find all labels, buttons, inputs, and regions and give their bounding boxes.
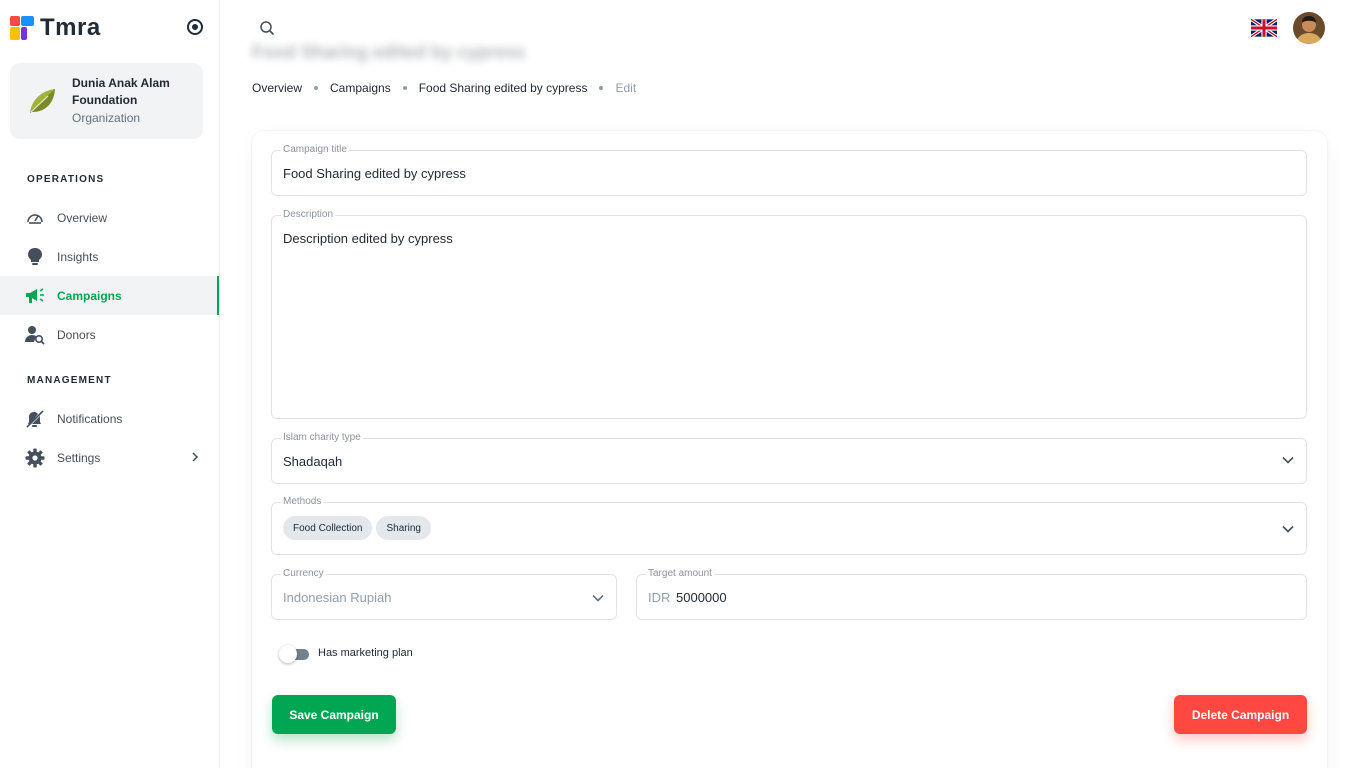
breadcrumb-campaigns[interactable]: Campaigns xyxy=(330,81,391,95)
sidebar-item-label: Notifications xyxy=(57,411,123,426)
method-chip[interactable]: Sharing xyxy=(376,516,431,540)
field-label: Target amount xyxy=(646,568,714,580)
sidebar-item-label: Donors xyxy=(57,327,96,342)
field-value: Indonesian Rupiah xyxy=(283,590,392,605)
breadcrumb: Overview Campaigns Food Sharing edited b… xyxy=(252,81,636,95)
chevron-down-icon xyxy=(1282,456,1294,464)
org-card[interactable]: Dunia Anak Alam Foundation Organization xyxy=(10,63,203,139)
chevron-right-icon xyxy=(192,452,199,462)
breadcrumb-separator xyxy=(314,86,319,90)
sidebar-item-label: Campaigns xyxy=(57,288,122,303)
field-label: Methods xyxy=(281,496,324,508)
save-campaign-button[interactable]: Save Campaign xyxy=(272,695,396,734)
field-label: Campaign title xyxy=(281,144,349,156)
sidebar-item-label: Overview xyxy=(57,210,108,225)
app-logo[interactable]: Tmra xyxy=(10,14,101,42)
currency-select[interactable]: Currency Indonesian Rupiah xyxy=(271,568,617,620)
speedometer-icon xyxy=(25,208,45,228)
lightbulb-icon xyxy=(25,247,45,267)
chevron-down-icon xyxy=(1282,525,1294,533)
breadcrumb-current: Edit xyxy=(615,81,637,95)
chevron-down-icon xyxy=(592,594,604,602)
field-value: Shadaqah xyxy=(283,454,343,469)
sidebar-item-campaigns[interactable]: Campaigns xyxy=(0,276,219,315)
user-search-icon xyxy=(25,325,45,345)
sidebar-item-label: Settings xyxy=(57,450,101,465)
field-value: 5000000 xyxy=(676,590,727,605)
sidebar-item-label: Insights xyxy=(57,249,99,264)
user-avatar[interactable] xyxy=(1293,12,1325,44)
breadcrumb-separator xyxy=(402,86,407,90)
sidebar-item-overview[interactable]: Overview xyxy=(0,198,219,237)
sidebar-item-notifications[interactable]: Notifications xyxy=(0,399,219,438)
sidebar-item-donors[interactable]: Donors xyxy=(0,315,219,354)
gear-icon xyxy=(25,448,45,468)
marketing-plan-toggle[interactable] xyxy=(279,645,309,663)
megaphone-icon xyxy=(25,286,45,306)
app-name: Tmra xyxy=(40,14,101,41)
page-title: Food Sharing edited by cypress xyxy=(252,42,526,62)
logo-icon xyxy=(10,16,34,40)
sidebar: Tmra Dunia Anak Alam Foundation Organiza… xyxy=(0,0,220,768)
marketing-plan-label: Has marketing plan xyxy=(318,647,413,659)
field-label: Description xyxy=(281,209,336,221)
methods-chips: Food Collection Sharing xyxy=(283,516,435,540)
currency-prefix: IDR xyxy=(648,590,671,605)
description-textarea[interactable]: Description Description edited by cypres… xyxy=(271,209,1307,419)
sidebar-item-settings[interactable]: Settings xyxy=(0,438,219,477)
toggle-thumb xyxy=(279,645,297,663)
leaf-logo-icon xyxy=(30,89,55,113)
section-operations: OPERATIONS xyxy=(27,174,105,185)
field-value: Description edited by cypress xyxy=(283,231,453,246)
search-icon[interactable] xyxy=(259,20,275,36)
sidebar-collapse-button[interactable] xyxy=(187,19,203,35)
breadcrumb-separator xyxy=(599,86,604,90)
org-role: Organization xyxy=(72,111,141,125)
breadcrumb-overview[interactable]: Overview xyxy=(252,81,302,95)
sidebar-item-insights[interactable]: Insights xyxy=(0,237,219,276)
charity-type-select[interactable]: Islam charity type Shadaqah xyxy=(271,432,1307,484)
bell-icon xyxy=(25,409,45,429)
method-chip[interactable]: Food Collection xyxy=(283,516,373,540)
uk-flag-icon[interactable] xyxy=(1251,18,1277,38)
target-amount-input[interactable]: Target amount IDR 5000000 xyxy=(636,568,1307,620)
radio-dot-icon xyxy=(192,24,198,30)
methods-select[interactable]: Methods Food Collection Sharing xyxy=(271,496,1307,555)
section-management: MANAGEMENT xyxy=(27,375,112,386)
org-name: Dunia Anak Alam Foundation xyxy=(72,76,170,107)
campaign-title-input[interactable]: Campaign title Food Sharing edited by cy… xyxy=(271,144,1307,196)
field-value: Food Sharing edited by cypress xyxy=(283,166,466,181)
field-label: Islam charity type xyxy=(281,432,363,444)
breadcrumb-campaign[interactable]: Food Sharing edited by cypress xyxy=(419,81,588,95)
field-label: Currency xyxy=(281,568,326,580)
delete-campaign-button[interactable]: Delete Campaign xyxy=(1174,695,1307,734)
